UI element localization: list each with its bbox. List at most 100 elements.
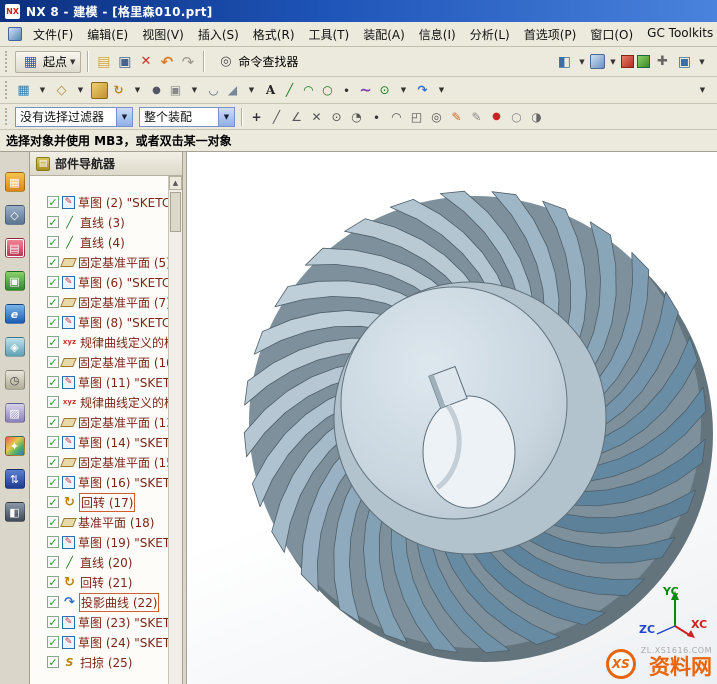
feature-row[interactable]: 固定基准平面 (15) bbox=[30, 452, 168, 472]
selection-filter-dropdown[interactable]: 没有选择过滤器 bbox=[15, 107, 133, 127]
text-tool-icon[interactable] bbox=[262, 82, 279, 99]
manufacturing-wizard-icon[interactable] bbox=[5, 436, 25, 456]
dropdown-caret-icon[interactable] bbox=[697, 52, 707, 71]
feature-checkbox[interactable] bbox=[47, 256, 59, 268]
selection-scope-dropdown[interactable]: 整个装配 bbox=[139, 107, 235, 127]
point-on-surface-icon[interactable] bbox=[408, 108, 425, 125]
process-studio-icon[interactable] bbox=[5, 403, 25, 423]
feature-row[interactable]: 草图 (11) "SKETC bbox=[30, 372, 168, 392]
snap-point-icon[interactable] bbox=[248, 108, 265, 125]
edge-blend-icon[interactable] bbox=[205, 82, 222, 99]
circle-gray-icon[interactable] bbox=[508, 108, 525, 125]
feature-checkbox[interactable] bbox=[47, 476, 59, 488]
menu-item[interactable]: 分析(L) bbox=[463, 23, 517, 46]
highlight-toggle-icon[interactable] bbox=[528, 108, 545, 125]
reuse-library-icon[interactable] bbox=[5, 271, 25, 291]
feature-checkbox[interactable] bbox=[47, 556, 59, 568]
feature-row[interactable]: 固定基准平面 (13) bbox=[30, 412, 168, 432]
feature-checkbox[interactable] bbox=[47, 616, 59, 628]
feature-row[interactable]: 草图 (8) "SKETCH_ bbox=[30, 312, 168, 332]
delete-icon[interactable] bbox=[136, 52, 155, 71]
line-tool-icon[interactable] bbox=[281, 82, 298, 99]
arc-tool-icon[interactable] bbox=[300, 82, 317, 99]
redo-icon[interactable] bbox=[178, 52, 197, 71]
feature-checkbox[interactable] bbox=[47, 436, 59, 448]
feature-row[interactable]: 规律曲线定义的样 bbox=[30, 392, 168, 412]
feature-row[interactable]: 固定基准平面 (7) bbox=[30, 292, 168, 312]
constraint-cube-icon[interactable] bbox=[637, 55, 650, 68]
snap-intersection-icon[interactable] bbox=[308, 108, 325, 125]
feature-row[interactable]: 草图 (14) "SKETC bbox=[30, 432, 168, 452]
dropdown-caret-icon[interactable] bbox=[243, 82, 260, 99]
dropdown-caret-icon[interactable] bbox=[34, 82, 51, 99]
feature-checkbox[interactable] bbox=[47, 416, 59, 428]
graphics-window[interactable]: YC XC ZC XS ZL.XS1616.COM 资料网 bbox=[187, 152, 717, 684]
feature-checkbox[interactable] bbox=[47, 496, 59, 508]
shaded-display-icon[interactable] bbox=[590, 54, 605, 69]
dropdown-caret-icon[interactable] bbox=[433, 82, 450, 99]
menu-item[interactable]: 视图(V) bbox=[135, 23, 191, 46]
boolean-unite-icon[interactable] bbox=[167, 82, 184, 99]
scrollbar-thumb[interactable] bbox=[170, 192, 181, 232]
command-finder-button[interactable]: 命令查找器 bbox=[210, 51, 304, 73]
toolbar-grip[interactable] bbox=[5, 51, 10, 71]
feature-row[interactable]: 回转 (21) bbox=[30, 572, 168, 592]
feature-checkbox[interactable] bbox=[47, 456, 59, 468]
feature-checkbox[interactable] bbox=[47, 536, 59, 548]
feature-row[interactable]: 草图 (6) "SKETCH_ bbox=[30, 272, 168, 292]
feature-row[interactable]: 回转 (17) bbox=[30, 492, 168, 512]
feature-row[interactable]: 草图 (23) "SKETC bbox=[30, 612, 168, 632]
assembly-cube-icon[interactable] bbox=[621, 55, 634, 68]
feature-checkbox[interactable] bbox=[47, 236, 59, 248]
view-orient-icon[interactable] bbox=[555, 52, 574, 71]
dropdown-caret-icon[interactable] bbox=[129, 82, 146, 99]
snap-endpoint-icon[interactable] bbox=[268, 108, 285, 125]
assembly-navigator-icon[interactable] bbox=[5, 172, 25, 192]
menu-item[interactable]: 插入(S) bbox=[191, 23, 246, 46]
hd3d-tool-icon[interactable] bbox=[5, 337, 25, 357]
move-component-icon[interactable] bbox=[653, 52, 672, 71]
point-on-curve-icon[interactable] bbox=[388, 108, 405, 125]
menu-item[interactable]: 编辑(E) bbox=[80, 23, 135, 46]
point-tool-icon[interactable] bbox=[338, 82, 355, 99]
menu-item[interactable]: GC Toolkits bbox=[640, 23, 717, 46]
sketch-tool-icon[interactable] bbox=[15, 82, 32, 99]
feature-checkbox[interactable] bbox=[47, 336, 59, 348]
snap-existing-point-icon[interactable] bbox=[368, 108, 385, 125]
feature-row[interactable]: 直线 (4) bbox=[30, 232, 168, 252]
open-folder-icon[interactable] bbox=[94, 52, 113, 71]
chamfer-tool-icon[interactable] bbox=[224, 82, 241, 99]
title-bar[interactable]: NX NX 8 - 建模 - [格里森010.prt] bbox=[0, 0, 717, 22]
feature-row[interactable]: 直线 (3) bbox=[30, 212, 168, 232]
feature-row[interactable]: 草图 (16) "SKETC bbox=[30, 472, 168, 492]
toolbar-options-icon[interactable] bbox=[694, 82, 711, 99]
feature-row[interactable]: 草图 (2) "SKETCH_ bbox=[30, 192, 168, 212]
feature-row[interactable]: 直线 (20) bbox=[30, 552, 168, 572]
chevron-down-icon[interactable] bbox=[218, 108, 234, 126]
feature-row[interactable]: 草图 (24) "SKETC bbox=[30, 632, 168, 652]
project-curve-tool-icon[interactable] bbox=[414, 82, 431, 99]
save-icon[interactable] bbox=[115, 52, 134, 71]
revolve-tool-icon[interactable] bbox=[110, 82, 127, 99]
feature-row[interactable]: 规律曲线定义的样 bbox=[30, 332, 168, 352]
feature-checkbox[interactable] bbox=[47, 216, 59, 228]
toolbar-grip[interactable] bbox=[5, 108, 10, 126]
pencil-gray-icon[interactable] bbox=[468, 108, 485, 125]
snap-quadrant-icon[interactable] bbox=[348, 108, 365, 125]
menu-item[interactable]: 装配(A) bbox=[356, 23, 412, 46]
feature-checkbox[interactable] bbox=[47, 576, 59, 588]
feature-checkbox[interactable] bbox=[47, 516, 59, 528]
dropdown-caret-icon[interactable] bbox=[186, 82, 203, 99]
snap-midpoint-icon[interactable] bbox=[288, 108, 305, 125]
feature-checkbox[interactable] bbox=[47, 296, 59, 308]
tree-scrollbar[interactable] bbox=[168, 176, 182, 684]
toolbar-grip[interactable] bbox=[5, 81, 10, 99]
undo-icon[interactable] bbox=[157, 52, 176, 71]
system-scenes-icon[interactable] bbox=[5, 502, 25, 522]
feature-row[interactable]: 草图 (19) "SKETC bbox=[30, 532, 168, 552]
menu-item[interactable]: 首选项(P) bbox=[517, 23, 584, 46]
circle-tool-icon[interactable] bbox=[319, 82, 336, 99]
extrude-tool-icon[interactable] bbox=[91, 82, 108, 99]
window-icon[interactable] bbox=[675, 52, 694, 71]
roles-icon[interactable] bbox=[5, 469, 25, 489]
